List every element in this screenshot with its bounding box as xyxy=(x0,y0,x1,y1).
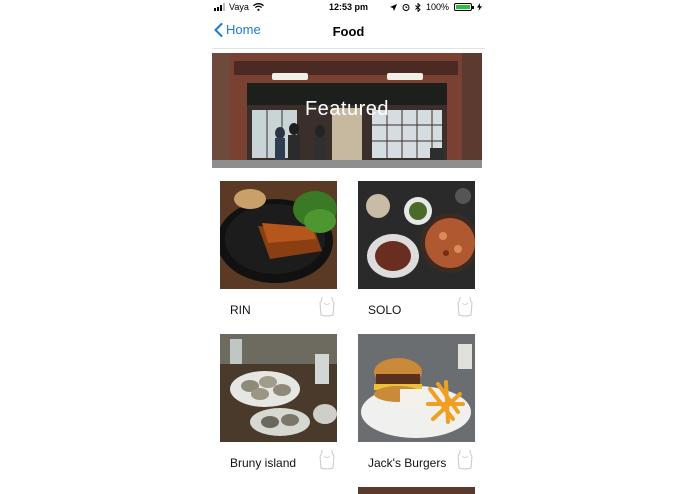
restaurant-photo xyxy=(220,334,337,442)
restaurant-card-solo[interactable]: SOLO xyxy=(358,181,476,317)
charging-icon xyxy=(477,3,482,11)
restaurant-photo xyxy=(220,181,337,289)
bluetooth-icon xyxy=(415,2,421,12)
battery-icon xyxy=(454,3,474,11)
restaurant-photo xyxy=(358,181,475,289)
status-right: 100% xyxy=(389,2,482,12)
alarm-icon xyxy=(402,4,410,11)
restaurant-card-rin[interactable]: RIN xyxy=(220,181,338,317)
restaurant-name: SOLO xyxy=(368,303,402,317)
page-title: Food xyxy=(332,24,365,39)
status-bar: Vaya 12:53 pm 100% xyxy=(212,0,485,14)
app-screen: Vaya 12:53 pm 100% Home Food Featured RI… xyxy=(212,0,485,494)
restaurant-card-bruny-island[interactable]: Bruny island xyxy=(220,334,338,470)
restaurant-name: Jack's Burgers xyxy=(368,456,447,470)
restaurant-name: Bruny island xyxy=(230,456,297,470)
featured-banner[interactable]: Featured xyxy=(212,53,482,168)
apron-icon[interactable] xyxy=(454,295,476,317)
restaurant-card-jacks-burgers[interactable]: Jack's Burgers xyxy=(358,334,476,470)
battery-percent: 100% xyxy=(425,2,449,12)
location-icon xyxy=(389,3,397,11)
apron-icon[interactable] xyxy=(454,448,476,470)
restaurant-photo-partial[interactable] xyxy=(358,487,475,494)
apron-icon[interactable] xyxy=(316,295,338,317)
restaurant-photo xyxy=(358,334,475,442)
restaurant-name: RIN xyxy=(230,303,251,317)
apron-icon[interactable] xyxy=(316,448,338,470)
navigation-bar: Home Food xyxy=(212,14,485,49)
featured-label: Featured xyxy=(304,98,390,120)
